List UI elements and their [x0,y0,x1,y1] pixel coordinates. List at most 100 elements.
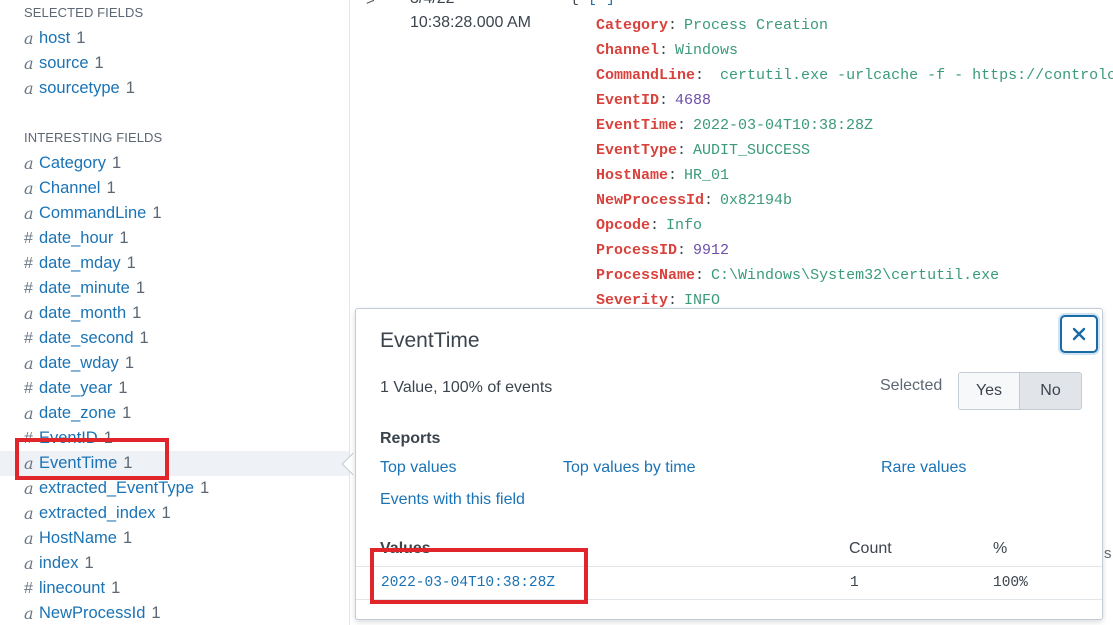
event-field-value[interactable]: AUDIT_SUCCESS [693,142,810,159]
field-count: 1 [200,479,210,497]
rare-values-link[interactable]: Rare values [881,459,966,477]
value-cell[interactable]: 2022-03-04T10:38:28Z [381,575,555,591]
event-field-value[interactable]: Info [666,217,702,234]
field-name[interactable]: NewProcessId [39,604,145,623]
event-field-key[interactable]: EventType [596,142,677,159]
string-type-icon: a [24,154,34,173]
field-hostname[interactable]: a HostName 1 [0,526,349,551]
field-eventtime[interactable]: a EventTime 1 [0,451,349,476]
event-field-key[interactable]: ProcessName [596,267,695,284]
event-field-key[interactable]: Category [596,17,668,34]
event-field-value[interactable]: 4688 [675,92,711,109]
field-newprocessid[interactable]: a NewProcessId 1 [0,601,349,625]
field-extracted-index[interactable]: a extracted_index 1 [0,501,349,526]
field-name[interactable]: date_year [39,379,112,398]
field-extracted-eventtype[interactable]: a extracted_EventType 1 [0,476,349,501]
event-field-key[interactable]: EventTime [596,117,677,134]
close-button[interactable] [1060,315,1098,353]
event-field-value[interactable]: 9912 [693,242,729,259]
field-name[interactable]: date_second [39,329,134,348]
field-name[interactable]: date_mday [39,254,121,273]
key-separator: : [659,92,669,109]
key-separator: : [695,67,705,84]
numeric-type-icon: # [24,379,33,397]
event-field-key[interactable]: NewProcessId [596,192,704,209]
event-field-value[interactable]: Process Creation [684,17,828,34]
event-field-value[interactable]: HR_01 [684,167,729,184]
event-field-value[interactable]: 0x82194b [720,192,792,209]
field-source[interactable]: a source 1 [0,51,349,76]
event-field-value[interactable]: INFO [684,292,720,309]
field-name[interactable]: index [39,554,78,573]
events-with-field-link[interactable]: Events with this field [380,491,525,509]
event-field-key[interactable]: EventID [596,92,659,109]
event-field-key[interactable]: ProcessID [596,242,677,259]
field-date-zone[interactable]: a date_zone 1 [0,401,349,426]
top-values-by-time-link[interactable]: Top values by time [563,459,696,477]
selected-yes-button[interactable]: Yes [959,373,1020,409]
expand-event-icon[interactable]: > [366,0,375,9]
event-field-value[interactable]: certutil.exe -urlcache -f - https://cont… [711,67,1113,84]
event-field-key[interactable]: Severity [596,292,668,309]
field-name[interactable]: EventID [39,429,98,448]
key-separator: : [677,242,687,259]
field-name[interactable]: CommandLine [39,204,146,223]
field-count: 1 [124,354,134,372]
field-name[interactable]: date_minute [39,279,130,298]
field-name[interactable]: date_hour [39,229,113,248]
field-name[interactable]: date_zone [39,404,116,423]
close-icon [1072,327,1086,341]
field-category[interactable]: a Category 1 [0,151,349,176]
field-name[interactable]: EventTime [39,454,117,473]
field-name[interactable]: Category [39,154,106,173]
values-column-header: Values [380,540,431,557]
field-sourcetype[interactable]: a sourcetype 1 [0,76,349,101]
top-values-link[interactable]: Top values [380,459,457,477]
event-field-row: HostName: HR_01 [596,163,729,188]
field-name[interactable]: HostName [39,529,117,548]
field-count: 1 [126,254,136,272]
numeric-type-icon: # [24,279,33,297]
key-separator: : [668,292,678,309]
selected-no-button[interactable]: No [1020,373,1081,409]
event-field-key[interactable]: Opcode [596,217,650,234]
clipped-text: s [1104,545,1112,562]
event-field-key[interactable]: HostName [596,167,668,184]
key-separator: : [677,142,687,159]
field-name[interactable]: host [39,29,70,48]
field-name[interactable]: source [39,54,89,73]
field-name[interactable]: extracted_EventType [39,479,194,498]
field-date-mday[interactable]: # date_mday 1 [0,251,349,276]
field-date-hour[interactable]: # date_hour 1 [0,226,349,251]
event-field-value[interactable]: Windows [675,42,738,59]
field-date-second[interactable]: # date_second 1 [0,326,349,351]
field-channel[interactable]: a Channel 1 [0,176,349,201]
field-count: 1 [111,579,121,597]
field-index[interactable]: a index 1 [0,551,349,576]
field-linecount[interactable]: # linecount 1 [0,576,349,601]
field-commandline[interactable]: a CommandLine 1 [0,201,349,226]
collapse-json-link[interactable]: [-] [588,0,615,7]
event-field-value[interactable]: C:\Windows\System32\certutil.exe [711,267,999,284]
field-eventid[interactable]: # EventID 1 [0,426,349,451]
key-separator: : [650,217,660,234]
field-name[interactable]: linecount [39,579,105,598]
field-name[interactable]: sourcetype [39,79,120,98]
field-host[interactable]: a host 1 [0,26,349,51]
event-field-key[interactable]: CommandLine [596,67,695,84]
event-field-value[interactable]: 2022-03-04T10:38:28Z [693,117,873,134]
field-name[interactable]: extracted_index [39,504,156,523]
field-date-wday[interactable]: a date_wday 1 [0,351,349,376]
popover-title: EventTime [380,329,480,352]
count-column-header: Count [849,540,892,557]
string-type-icon: a [24,354,34,373]
field-date-minute[interactable]: # date_minute 1 [0,276,349,301]
field-name[interactable]: date_month [39,304,126,323]
field-count: 1 [151,604,161,622]
event-field-key[interactable]: Channel [596,42,659,59]
field-date-year[interactable]: # date_year 1 [0,376,349,401]
field-name[interactable]: Channel [39,179,100,198]
field-date-month[interactable]: a date_month 1 [0,301,349,326]
field-name[interactable]: date_wday [39,354,119,373]
event-field-row: EventTime:2022-03-04T10:38:28Z [596,113,873,138]
